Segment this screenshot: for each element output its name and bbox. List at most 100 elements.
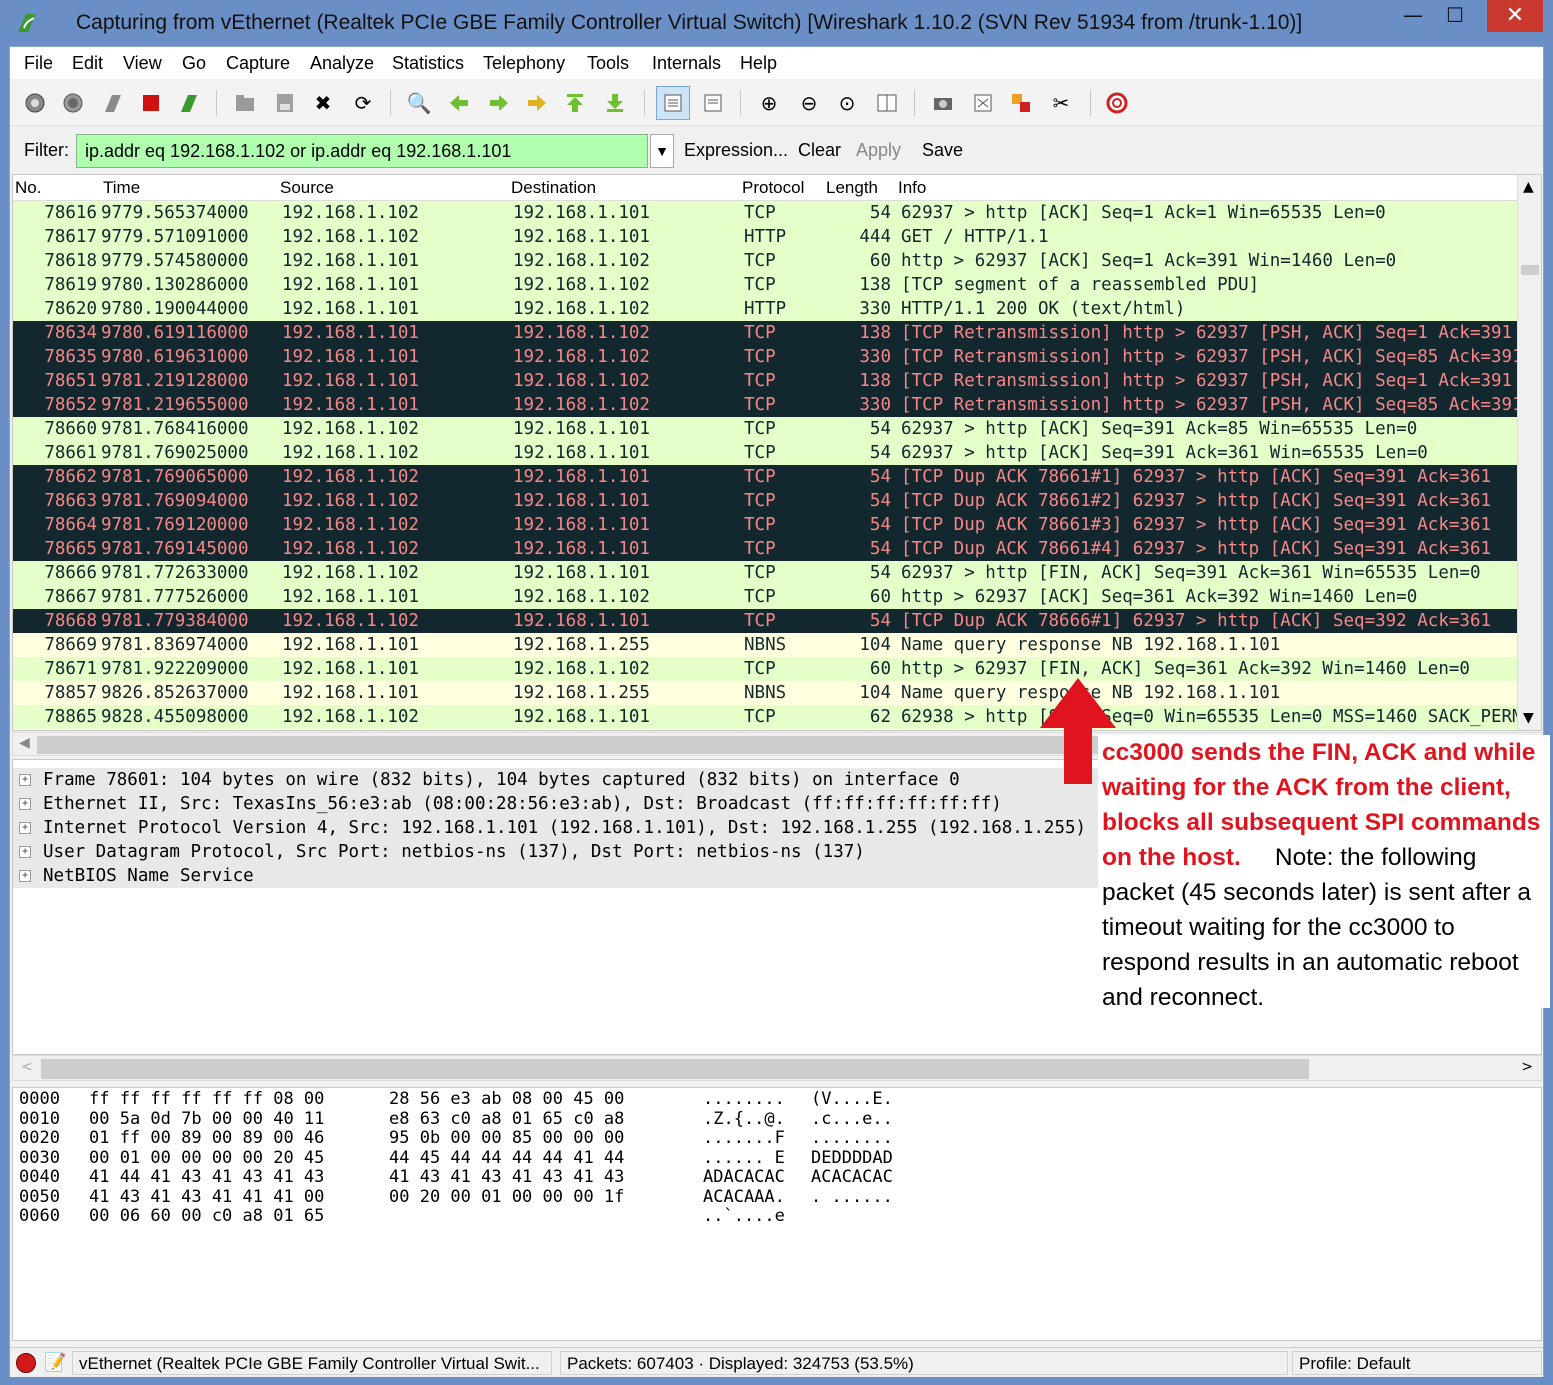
- interfaces-icon[interactable]: [22, 90, 48, 116]
- packet-row[interactable]: 78667 9781.777526000 192.168.1.101 192.168.…: [13, 585, 1517, 609]
- col-source[interactable]: Source: [280, 178, 334, 198]
- packet-row[interactable]: 78865 9828.455098000 192.168.1.102 192.168.…: [13, 705, 1517, 729]
- expression-button[interactable]: Expression...: [684, 140, 788, 161]
- packet-row[interactable]: 78619 9780.130286000 192.168.1.101 192.168.…: [13, 273, 1517, 297]
- scroll-right-icon[interactable]: >: [1521, 1059, 1533, 1075]
- scroll-left-icon[interactable]: ◀: [19, 735, 30, 751]
- status-profile[interactable]: Profile: Default: [1292, 1351, 1542, 1375]
- packet-row[interactable]: 78618 9779.574580000 192.168.1.101 192.168.…: [13, 249, 1517, 273]
- zoom-in-icon[interactable]: ⊕: [756, 90, 782, 116]
- packet-row[interactable]: 78669 9781.836974000 192.168.1.101 192.168.…: [13, 633, 1517, 657]
- hex-row[interactable]: 0060 00 06 60 00 c0 a8 01 65 ..`....e: [13, 1206, 1541, 1227]
- col-info[interactable]: Info: [898, 178, 926, 198]
- packet-row[interactable]: 78620 9780.190044000 192.168.1.101 192.168.…: [13, 297, 1517, 321]
- packet-row[interactable]: 78666 9781.772633000 192.168.1.102 192.168.…: [13, 561, 1517, 585]
- packet-list-scrollbar[interactable]: ▲ ▼: [1517, 175, 1541, 730]
- scroll-up-icon[interactable]: ▲: [1523, 179, 1534, 195]
- normal-size-icon[interactable]: ⊙: [834, 90, 860, 116]
- scroll-down-icon[interactable]: ▼: [1523, 710, 1534, 726]
- capture-filters-icon[interactable]: [930, 90, 956, 116]
- minimize-icon[interactable]: —: [1395, 0, 1431, 32]
- clear-button[interactable]: Clear: [798, 140, 841, 161]
- stop-capture-icon[interactable]: [138, 90, 164, 116]
- packet-row[interactable]: 78635 9780.619631000 192.168.1.101 192.168.…: [13, 345, 1517, 369]
- go-forward-icon[interactable]: [486, 90, 512, 116]
- hex-row[interactable]: 0040 41 44 41 43 41 43 41 43 41 43 41 43 4…: [13, 1167, 1541, 1188]
- expand-icon[interactable]: +: [19, 774, 31, 786]
- col-protocol[interactable]: Protocol: [742, 178, 804, 198]
- expand-icon[interactable]: +: [19, 798, 31, 810]
- scroll-thumb[interactable]: [1521, 265, 1539, 275]
- menu-file[interactable]: File: [24, 53, 53, 74]
- expand-icon[interactable]: +: [19, 822, 31, 834]
- packet-row[interactable]: 78857 9826.852637000 192.168.1.101 192.168.…: [13, 681, 1517, 705]
- close-file-icon[interactable]: ✖: [310, 90, 336, 116]
- packet-row[interactable]: 78663 9781.769094000 192.168.1.102 192.168.…: [13, 489, 1517, 513]
- menu-analyze[interactable]: Analyze: [310, 53, 374, 74]
- colorize-list-icon[interactable]: [656, 86, 690, 120]
- hex-row[interactable]: 0050 41 43 41 43 41 41 41 00 00 20 00 01 0…: [13, 1187, 1541, 1208]
- menu-help[interactable]: Help: [740, 53, 777, 74]
- maximize-icon[interactable]: ☐: [1437, 0, 1473, 32]
- close-icon[interactable]: ✕: [1487, 0, 1543, 32]
- hscroll-thumb[interactable]: [41, 1059, 1309, 1079]
- hscroll-thumb[interactable]: [37, 736, 1117, 754]
- hex-row[interactable]: 0020 01 ff 00 89 00 89 00 46 95 0b 00 00 8…: [13, 1128, 1541, 1149]
- save-file-icon[interactable]: [272, 90, 298, 116]
- hex-row[interactable]: 0030 00 01 00 00 00 00 20 45 44 45 44 44 4…: [13, 1148, 1541, 1169]
- start-capture-icon[interactable]: [100, 90, 126, 116]
- last-packet-icon[interactable]: [602, 90, 628, 116]
- packet-row[interactable]: 78651 9781.219128000 192.168.1.101 192.168.…: [13, 369, 1517, 393]
- save-filter-button[interactable]: Save: [922, 140, 963, 161]
- details-hscrollbar[interactable]: < >: [12, 1055, 1542, 1081]
- menu-capture[interactable]: Capture: [226, 53, 290, 74]
- menu-view[interactable]: View: [123, 53, 162, 74]
- packet-row[interactable]: 78634 9780.619116000 192.168.1.101 192.168.…: [13, 321, 1517, 345]
- packet-row[interactable]: 78660 9781.768416000 192.168.1.102 192.168.…: [13, 417, 1517, 441]
- packet-row[interactable]: 78668 9781.779384000 192.168.1.102 192.168.…: [13, 609, 1517, 633]
- packet-row[interactable]: 78661 9781.769025000 192.168.1.102 192.168.…: [13, 441, 1517, 465]
- expert-info-icon[interactable]: 📝: [44, 1352, 66, 1374]
- packet-row[interactable]: 78664 9781.769120000 192.168.1.102 192.168.…: [13, 513, 1517, 537]
- menu-tools[interactable]: Tools: [587, 53, 629, 74]
- filter-dropdown-icon[interactable]: ▼: [650, 134, 674, 168]
- col-destination[interactable]: Destination: [511, 178, 596, 198]
- hex-row[interactable]: 0010 00 5a 0d 7b 00 00 40 11 e8 63 c0 a8 0…: [13, 1109, 1541, 1130]
- packet-row[interactable]: 78665 9781.769145000 192.168.1.102 192.168.…: [13, 537, 1517, 561]
- menu-statistics[interactable]: Statistics: [392, 53, 464, 74]
- display-filters-icon[interactable]: [970, 90, 996, 116]
- packet-row[interactable]: 78662 9781.769065000 192.168.1.102 192.168.…: [13, 465, 1517, 489]
- menu-internals[interactable]: Internals: [652, 53, 721, 74]
- go-back-icon[interactable]: [446, 90, 472, 116]
- resize-columns-icon[interactable]: [874, 90, 900, 116]
- options-icon[interactable]: [60, 90, 86, 116]
- restart-capture-icon[interactable]: [176, 90, 202, 116]
- first-packet-icon[interactable]: [562, 90, 588, 116]
- packet-bytes[interactable]: 0000 ff ff ff ff ff ff 08 00 28 56 e3 ab 0…: [12, 1087, 1542, 1341]
- filter-input[interactable]: ip.addr eq 192.168.1.102 or ip.addr eq 1…: [76, 134, 648, 168]
- coloring-rules-icon[interactable]: [1008, 90, 1034, 116]
- col-length[interactable]: Length: [826, 178, 878, 198]
- packet-row[interactable]: 78617 9779.571091000 192.168.1.102 192.168.…: [13, 225, 1517, 249]
- packet-row[interactable]: 78671 9781.922209000 192.168.1.101 192.168.…: [13, 657, 1517, 681]
- reload-icon[interactable]: ⟳: [350, 90, 376, 116]
- scroll-left-icon[interactable]: <: [21, 1059, 33, 1075]
- open-file-icon[interactable]: [232, 90, 258, 116]
- packet-row[interactable]: 78652 9781.219655000 192.168.1.101 192.168.…: [13, 393, 1517, 417]
- col-time[interactable]: Time: [103, 178, 140, 198]
- find-packet-icon[interactable]: 🔍: [406, 90, 432, 116]
- expand-icon[interactable]: +: [19, 870, 31, 882]
- apply-button[interactable]: Apply: [856, 140, 901, 161]
- expand-icon[interactable]: +: [19, 846, 31, 858]
- help-icon[interactable]: [1104, 90, 1130, 116]
- packet-list[interactable]: No. Time Source Destination Protocol Len…: [12, 174, 1542, 731]
- preferences-icon[interactable]: ✂: [1048, 90, 1074, 116]
- hex-row[interactable]: 0000 ff ff ff ff ff ff 08 00 28 56 e3 ab 0…: [13, 1089, 1541, 1110]
- menu-go[interactable]: Go: [182, 53, 206, 74]
- zoom-out-icon[interactable]: ⊖: [796, 90, 822, 116]
- col-no[interactable]: No.: [15, 178, 41, 198]
- title-bar[interactable]: Capturing from vEthernet (Realtek PCIe G…: [0, 0, 1553, 46]
- menu-edit[interactable]: Edit: [72, 53, 103, 74]
- go-to-packet-icon[interactable]: [524, 90, 550, 116]
- auto-scroll-icon[interactable]: [700, 90, 726, 116]
